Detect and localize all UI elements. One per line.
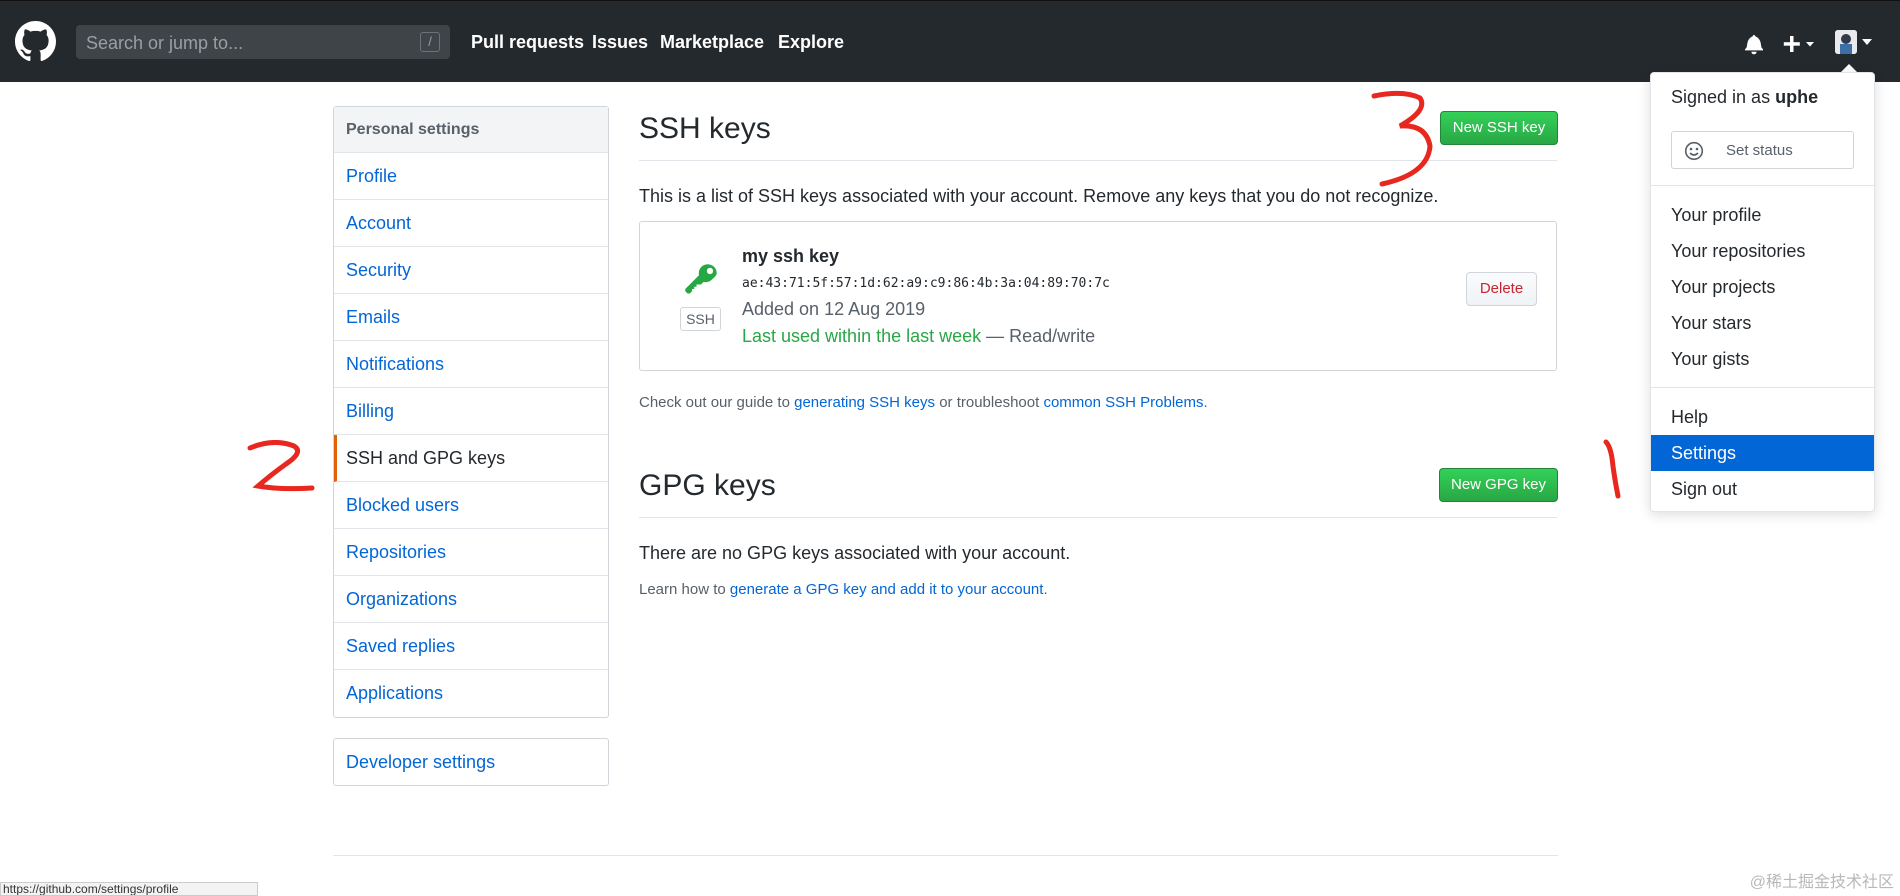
- annotation-number-3: [1371, 90, 1433, 187]
- gpg-learn-pre: Learn how to: [639, 581, 730, 598]
- footer-divider: [333, 855, 1558, 856]
- key-icon: [685, 264, 717, 294]
- search-placeholder: Search or jump to...: [86, 33, 244, 53]
- menu-help[interactable]: Help: [1651, 399, 1874, 435]
- ssh-key-last-used-text: Last used within the last week: [742, 326, 982, 346]
- signed-in-prefix: Signed in as: [1671, 87, 1776, 107]
- ssh-guide-pre: Check out our guide to: [639, 394, 795, 411]
- developer-settings-link[interactable]: Developer settings: [333, 738, 609, 786]
- menu-your-projects[interactable]: Your projects: [1651, 269, 1874, 305]
- nav-marketplace[interactable]: Marketplace: [660, 32, 764, 53]
- nav-issues[interactable]: Issues: [592, 32, 648, 53]
- gpg-title-divider: [639, 517, 1557, 518]
- set-status-label: Set status: [1726, 142, 1793, 159]
- dropdown-divider: [1651, 185, 1874, 186]
- signed-in-as: Signed in as uphe: [1671, 87, 1818, 108]
- common-ssh-problems-link[interactable]: common SSH Problems: [1043, 394, 1203, 411]
- avatar-image: [1835, 30, 1857, 54]
- ssh-key-last-used: Last used within the last week — Read/wr…: [742, 326, 1095, 347]
- menu-your-profile[interactable]: Your profile: [1651, 197, 1874, 233]
- delete-ssh-key-button[interactable]: Delete: [1466, 272, 1537, 306]
- nav-explore[interactable]: Explore: [778, 32, 844, 53]
- sidebar-item-emails[interactable]: Emails: [334, 294, 608, 341]
- ssh-type-badge: SSH: [680, 307, 721, 331]
- sidebar-item-account[interactable]: Account: [334, 200, 608, 247]
- menu-your-repositories[interactable]: Your repositories: [1651, 233, 1874, 269]
- gpg-learn-post: .: [1043, 581, 1048, 598]
- bell-icon[interactable]: [1745, 33, 1763, 55]
- sidebar-item-billing[interactable]: Billing: [334, 388, 608, 435]
- browser-status-url: https://github.com/settings/profile: [0, 882, 258, 896]
- ssh-keys-title: SSH keys: [639, 112, 771, 145]
- github-logo-icon[interactable]: [15, 21, 56, 62]
- new-ssh-key-button[interactable]: New SSH key: [1440, 111, 1558, 145]
- sidebar-item-security[interactable]: Security: [334, 247, 608, 294]
- sidebar-item-notifications[interactable]: Notifications: [334, 341, 608, 388]
- settings-sidebar: Personal settings Profile Account Securi…: [333, 106, 609, 718]
- watermark: @稀土掘金技术社区: [1749, 874, 1894, 891]
- search-shortcut-key: /: [420, 32, 440, 52]
- ssh-key-item: SSH my ssh key ae:43:71:5f:57:1d:62:a9:c…: [639, 221, 1557, 371]
- sidebar-item-ssh-gpg-keys[interactable]: SSH and GPG keys: [334, 435, 608, 482]
- ssh-key-added-date: Added on 12 Aug 2019: [742, 299, 926, 319]
- sidebar-item-applications[interactable]: Applications: [334, 670, 608, 717]
- user-dropdown-menu: Signed in as uphe Set status Your profil…: [1650, 72, 1875, 512]
- dropdown-divider: [1651, 387, 1874, 388]
- ssh-description: This is a list of SSH keys associated wi…: [639, 186, 1439, 206]
- sidebar-heading: Personal settings: [334, 107, 608, 153]
- ssh-key-name: my ssh key: [742, 246, 840, 266]
- nav-pull-requests[interactable]: Pull requests: [471, 32, 584, 53]
- sidebar-item-saved-replies[interactable]: Saved replies: [334, 623, 608, 670]
- set-status-button[interactable]: Set status: [1671, 131, 1854, 169]
- generate-gpg-key-link[interactable]: generate a GPG key and add it to your ac…: [730, 581, 1044, 598]
- ssh-guide-post: .: [1203, 394, 1208, 411]
- ssh-key-access: — Read/write: [981, 326, 1096, 346]
- ssh-guide-mid: or troubleshoot: [935, 394, 1044, 411]
- create-new-plus-icon[interactable]: [1783, 34, 1817, 54]
- ssh-guide-text: Check out our guide to generating SSH ke…: [639, 394, 1208, 411]
- sidebar-item-repositories[interactable]: Repositories: [334, 529, 608, 576]
- avatar[interactable]: [1835, 30, 1857, 54]
- smiley-icon: [1684, 141, 1704, 161]
- search-input[interactable]: Search or jump to... /: [76, 25, 450, 59]
- menu-sign-out[interactable]: Sign out: [1651, 471, 1874, 507]
- gpg-description: There are no GPG keys associated with yo…: [639, 543, 1071, 563]
- sidebar-item-blocked-users[interactable]: Blocked users: [334, 482, 608, 529]
- gpg-keys-title: GPG keys: [639, 469, 776, 502]
- gpg-learn-text: Learn how to generate a GPG key and add …: [639, 581, 1048, 598]
- generating-ssh-keys-link[interactable]: generating SSH keys: [794, 394, 935, 411]
- dropdown-caret: [1841, 64, 1857, 72]
- new-gpg-key-button[interactable]: New GPG key: [1439, 468, 1558, 502]
- menu-your-stars[interactable]: Your stars: [1651, 305, 1874, 341]
- menu-settings[interactable]: Settings: [1651, 435, 1874, 471]
- top-header: Search or jump to... / Pull requests Iss…: [0, 0, 1900, 82]
- sidebar-item-profile[interactable]: Profile: [334, 153, 608, 200]
- ssh-key-fingerprint: ae:43:71:5f:57:1d:62:a9:c9:86:4b:3a:04:8…: [742, 276, 1110, 291]
- sidebar-item-organizations[interactable]: Organizations: [334, 576, 608, 623]
- menu-your-gists[interactable]: Your gists: [1651, 341, 1874, 377]
- avatar-chevron-down-icon[interactable]: [1862, 39, 1872, 45]
- signed-in-username: uphe: [1775, 87, 1819, 107]
- annotation-number-2: [247, 440, 315, 492]
- annotation-number-1: [1603, 439, 1621, 499]
